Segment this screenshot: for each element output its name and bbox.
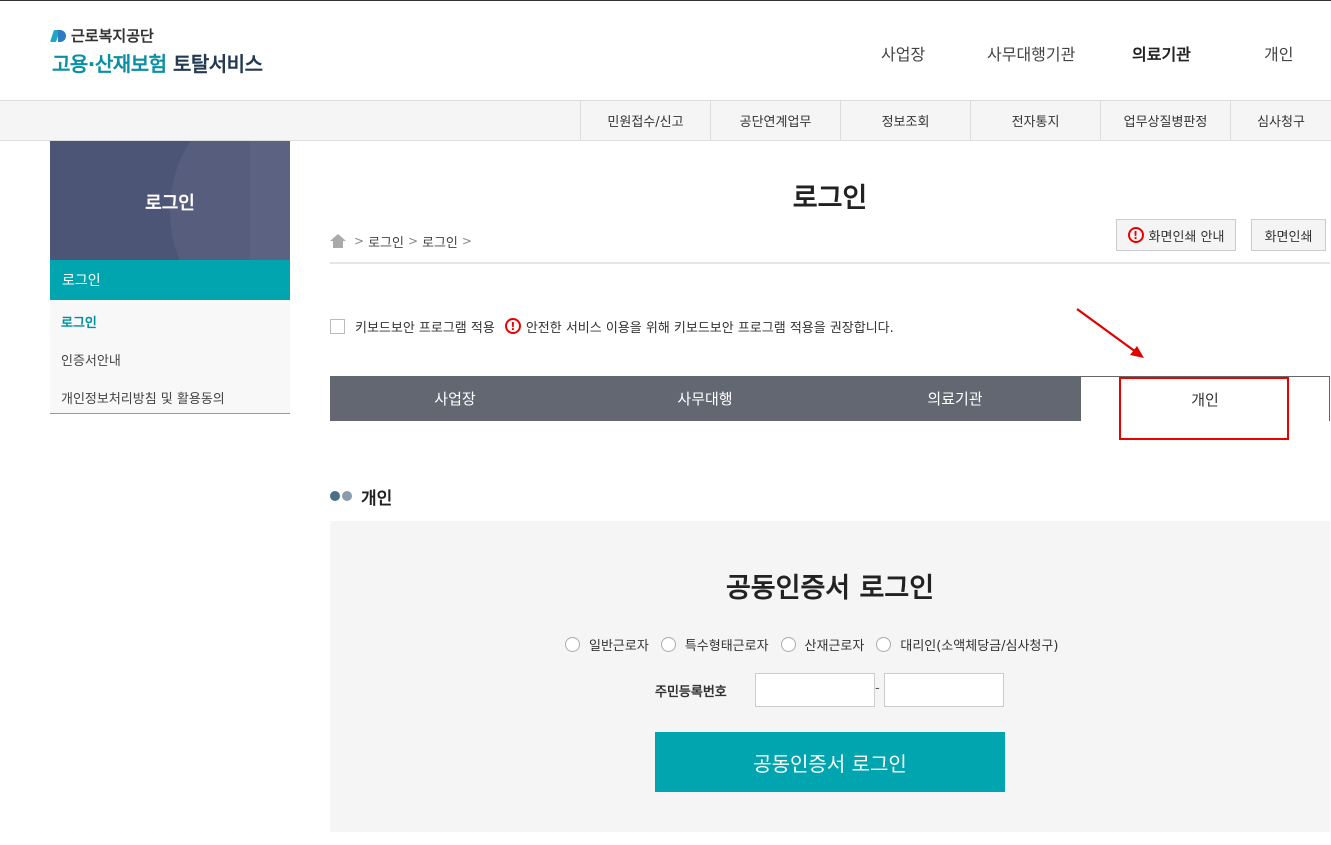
sidebar-item-login[interactable]: 로그인 <box>61 312 97 331</box>
breadcrumb-item-1[interactable]: 로그인 <box>368 232 404 251</box>
sidebar-title: 로그인 <box>145 193 195 214</box>
login-type-tabs: 사업장 사무대행 의료기관 개인 <box>330 376 1330 421</box>
radio-label-special-worker[interactable]: 특수형태근로자 <box>685 635 769 654</box>
gnb-item-workplace[interactable]: 사업장 <box>881 41 925 65</box>
annotation-arrow-icon <box>1076 308 1144 358</box>
page-title: 로그인 <box>792 183 868 214</box>
tab-workplace[interactable]: 사업장 <box>330 376 580 421</box>
rrn-second-input[interactable] <box>884 673 1004 707</box>
bullet-dots-icon <box>330 491 354 501</box>
section-heading: 개인 <box>330 485 393 509</box>
radio-label-injured-worker[interactable]: 산재근로자 <box>805 635 865 654</box>
radio-general-worker[interactable] <box>565 636 580 652</box>
keyboard-security-notice-text: 안전한 서비스 이용을 위해 키보드보안 프로그램 적용을 권장합니다. <box>525 320 894 336</box>
radio-label-agent[interactable]: 대리인(소액체당금/심사청구) <box>900 635 1058 654</box>
sidebar-submenu: 로그인 인증서안내 개인정보처리방침 및 활용동의 <box>50 300 290 414</box>
print-guide-label: 화면인쇄 안내 <box>1148 229 1225 245</box>
print-guide-button[interactable]: ! 화면인쇄 안내 <box>1116 219 1236 251</box>
rrn-label: 주민등록번호 <box>655 685 727 700</box>
rrn-dash: - <box>875 681 880 696</box>
breadcrumb: > 로그인 > 로그인 > <box>330 232 476 251</box>
tab-agency[interactable]: 사무대행 <box>580 376 830 421</box>
radio-injured-worker[interactable] <box>780 636 796 652</box>
worker-type-radios: 일반근로자 특수형태근로자 산재근로자 대리인(소액체당금/심사청구) <box>565 634 1070 654</box>
cert-login-panel: 공동인증서 로그인 일반근로자 특수형태근로자 산재근로자 대리인(소액체당금/… <box>330 521 1330 832</box>
global-nav: 사업장 사무대행기관 의료기관 개인 <box>0 41 1331 65</box>
section-heading-text: 개인 <box>361 488 393 509</box>
sidebar-banner: 로그인 <box>50 141 290 260</box>
keyboard-security-label[interactable]: 키보드보안 프로그램 적용 <box>355 317 495 336</box>
subnav-item-civil-request[interactable]: 민원접수/신고 <box>580 101 710 140</box>
keyboard-security-row: 키보드보안 프로그램 적용 ! 안전한 서비스 이용을 위해 키보드보안 프로그… <box>330 316 894 336</box>
subnav-item-disease-judgment[interactable]: 업무상질병판정 <box>1100 101 1230 140</box>
chevron-right-icon: > <box>354 234 365 248</box>
radio-agent[interactable] <box>876 636 892 652</box>
subnav-item-info-lookup[interactable]: 정보조회 <box>840 101 970 140</box>
home-icon[interactable] <box>330 234 346 248</box>
subnav-item-review-request[interactable]: 심사청구 <box>1230 101 1331 140</box>
rrn-first-input[interactable] <box>755 673 875 707</box>
radio-special-worker[interactable] <box>660 636 676 652</box>
sidebar-item-privacy-policy[interactable]: 개인정보처리방침 및 활용동의 <box>61 388 225 407</box>
tab-personal[interactable]: 개인 <box>1080 376 1330 421</box>
cert-login-title: 공동인증서 로그인 <box>725 573 935 604</box>
keyboard-security-notice: ! 안전한 서비스 이용을 위해 키보드보안 프로그램 적용을 권장합니다. <box>504 317 894 336</box>
keyboard-security-checkbox[interactable] <box>330 318 345 334</box>
chevron-right-icon: > <box>461 234 472 248</box>
print-button[interactable]: 화면인쇄 <box>1251 219 1326 251</box>
tab-medical[interactable]: 의료기관 <box>830 376 1080 421</box>
sidebar-active-menu[interactable]: 로그인 <box>50 260 290 300</box>
gnb-item-agency[interactable]: 사무대행기관 <box>987 41 1075 65</box>
chevron-right-icon: > <box>407 234 419 248</box>
breadcrumb-item-2[interactable]: 로그인 <box>422 232 458 251</box>
gnb-item-medical[interactable]: 의료기관 <box>1132 41 1191 65</box>
sub-nav: 민원접수/신고 공단연계업무 정보조회 전자통지 업무상질병판정 심사청구 <box>0 101 1331 141</box>
cert-login-button[interactable]: 공동인증서 로그인 <box>655 732 1005 792</box>
subnav-item-e-notice[interactable]: 전자통지 <box>970 101 1100 140</box>
subnav-item-linked-work[interactable]: 공단연계업무 <box>710 101 840 140</box>
gnb-item-personal[interactable]: 개인 <box>1264 41 1293 65</box>
title-divider <box>330 262 1330 264</box>
header: 근로복지공단 고용·산재보험 토탈서비스 사업장 사무대행기관 의료기관 개인 <box>0 1 1331 101</box>
alert-icon: ! <box>1127 227 1144 243</box>
sidebar-item-cert-guide[interactable]: 인증서안내 <box>61 350 121 369</box>
alert-icon: ! <box>504 318 521 334</box>
radio-label-general-worker[interactable]: 일반근로자 <box>589 635 649 654</box>
